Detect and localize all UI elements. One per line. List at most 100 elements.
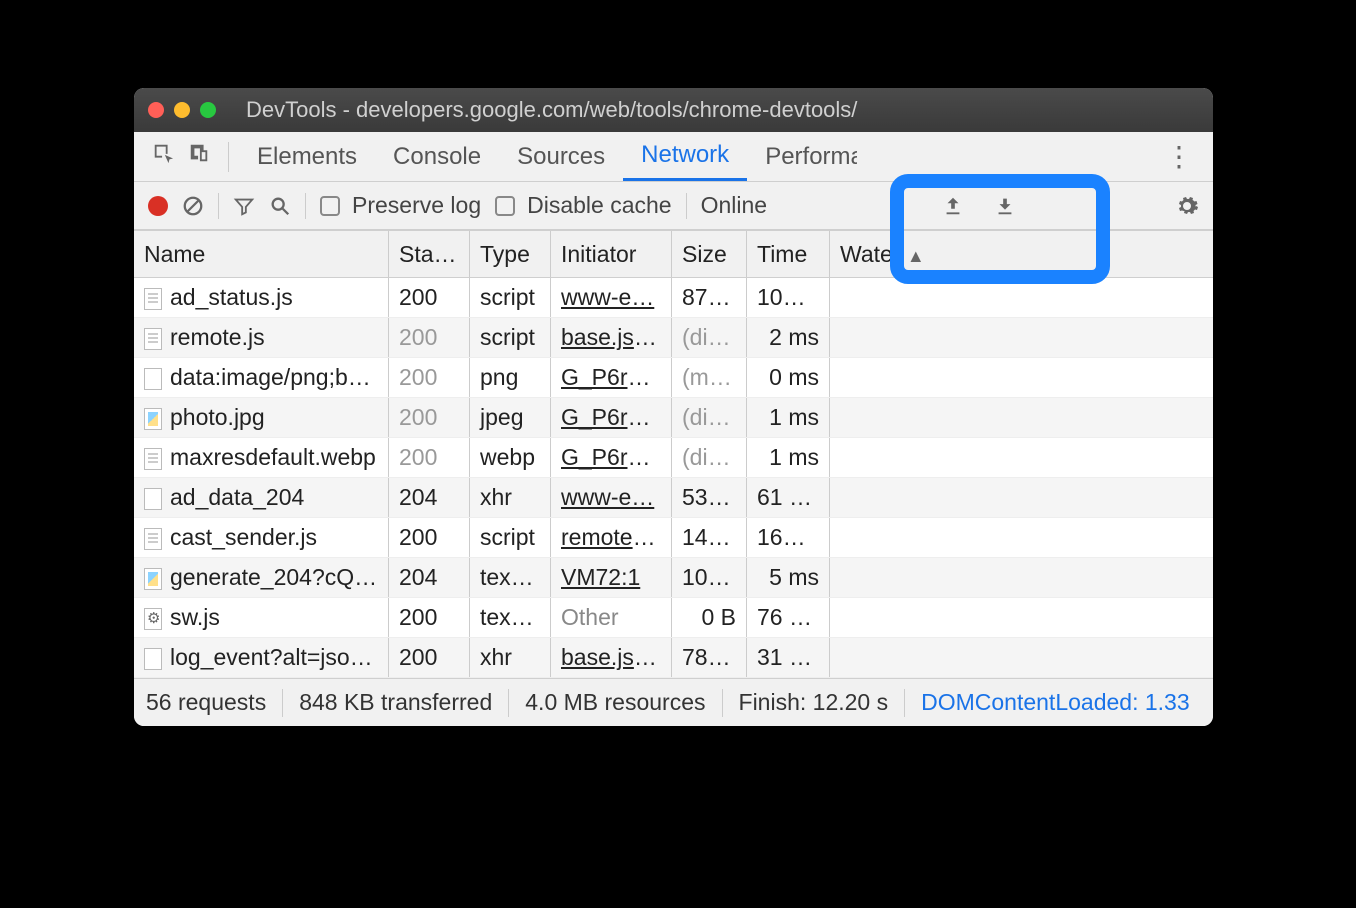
cell-type: script [470, 284, 550, 311]
cell-size: 87… [672, 284, 746, 311]
cell-time: 10… [747, 284, 829, 311]
file-icon [144, 328, 162, 350]
status-finish: Finish: 12.20 s [739, 689, 889, 716]
cell-initiator[interactable]: www-e… [551, 484, 671, 511]
cell-time: 1 ms [747, 404, 829, 431]
file-icon [144, 528, 162, 550]
cell-size: 14… [672, 524, 746, 551]
table-row[interactable]: sw.js200tex…Other0 B76 … [134, 598, 1213, 638]
cell-type: xhr [470, 484, 550, 511]
cell-status: 200 [389, 604, 469, 631]
col-name[interactable]: Name [134, 241, 388, 268]
window-controls [148, 102, 216, 118]
file-icon [144, 608, 162, 630]
col-size[interactable]: Size [672, 241, 746, 268]
cell-name: sw.js [134, 604, 388, 631]
cell-size: 78… [672, 644, 746, 671]
col-initiator[interactable]: Initiator [551, 241, 671, 268]
cell-size: (m… [672, 364, 746, 391]
more-tabs-icon[interactable]: ⋮ [1155, 140, 1203, 173]
file-icon [144, 488, 162, 510]
cell-size: (dis… [672, 324, 746, 351]
cell-name: data:image/png;b… [134, 364, 388, 391]
cell-status: 200 [389, 524, 469, 551]
cell-status: 200 [389, 644, 469, 671]
cell-type: tex… [470, 564, 550, 591]
cell-initiator[interactable]: www-e… [551, 284, 671, 311]
cell-name: ad_status.js [134, 284, 388, 311]
cell-initiator[interactable]: G_P6rp… [551, 364, 671, 391]
table-row[interactable]: maxresdefault.webp200webpG_P6rp…(dis…1 m… [134, 438, 1213, 478]
cell-name: log_event?alt=jso… [134, 644, 388, 671]
cell-initiator[interactable]: base.js:… [551, 324, 671, 351]
sort-caret-icon: ▲ [907, 246, 941, 266]
minimize-icon[interactable] [174, 102, 190, 118]
table-row[interactable]: photo.jpg200jpegG_P6rp…(dis…1 ms [134, 398, 1213, 438]
col-time[interactable]: Time [747, 241, 829, 268]
device-toolbar-icon[interactable] [188, 142, 210, 171]
cell-name: generate_204?cQ… [134, 564, 388, 591]
settings-icon[interactable] [1175, 194, 1199, 218]
cell-time: 61 … [747, 484, 829, 511]
cell-status: 200 [389, 444, 469, 471]
cell-size: (dis… [672, 444, 746, 471]
cell-initiator[interactable]: G_P6rp… [551, 444, 671, 471]
cell-time: 0 ms [747, 364, 829, 391]
cell-type: script [470, 524, 550, 551]
table-row[interactable]: remote.js200scriptbase.js:…(dis…2 ms [134, 318, 1213, 358]
table-row[interactable]: cast_sender.js200scriptremote.j…14…16… [134, 518, 1213, 558]
preserve-log-checkbox[interactable]: Preserve log [320, 192, 481, 219]
cell-time: 2 ms [747, 324, 829, 351]
download-icon[interactable] [994, 195, 1016, 217]
file-icon [144, 448, 162, 470]
cell-type: tex… [470, 604, 550, 631]
cell-initiator[interactable]: G_P6rp… [551, 404, 671, 431]
close-icon[interactable] [148, 102, 164, 118]
table-row[interactable]: data:image/png;b…200pngG_P6rp…(m…0 ms [134, 358, 1213, 398]
cell-size: 0 B [672, 604, 746, 631]
tab-performance[interactable]: Performa [747, 132, 857, 181]
search-icon[interactable] [269, 195, 291, 217]
table-row[interactable]: ad_data_204204xhrwww-e…53…61 … [134, 478, 1213, 518]
cell-type: jpeg [470, 404, 550, 431]
file-icon [144, 648, 162, 670]
col-type[interactable]: Type [470, 241, 550, 268]
col-waterfall[interactable]: Water ▲ [830, 241, 1213, 268]
cell-status: 200 [389, 284, 469, 311]
cell-time: 16… [747, 524, 829, 551]
clear-icon[interactable] [182, 195, 204, 217]
col-status[interactable]: Sta… [389, 241, 469, 268]
tab-sources[interactable]: Sources [499, 132, 623, 181]
status-resources: 4.0 MB resources [525, 689, 705, 716]
cell-initiator[interactable]: remote.j… [551, 524, 671, 551]
table-row[interactable]: log_event?alt=jso…200xhrbase.js:…78…31 … [134, 638, 1213, 678]
inspect-element-icon[interactable] [152, 142, 174, 171]
tab-elements[interactable]: Elements [239, 132, 375, 181]
throttling-select[interactable]: Online [701, 192, 767, 219]
table-row[interactable]: ad_status.js200scriptwww-e…87…10… [134, 278, 1213, 318]
cell-name: cast_sender.js [134, 524, 388, 551]
cell-type: xhr [470, 644, 550, 671]
cell-status: 204 [389, 484, 469, 511]
upload-icon[interactable] [942, 195, 964, 217]
devtools-window: DevTools - developers.google.com/web/too… [134, 88, 1213, 726]
cell-initiator[interactable]: base.js:… [551, 644, 671, 671]
cell-initiator[interactable]: Other [551, 604, 671, 631]
cell-initiator[interactable]: VM72:1 [551, 564, 671, 591]
titlebar: DevTools - developers.google.com/web/too… [134, 88, 1213, 132]
record-icon[interactable] [148, 196, 168, 216]
table-row[interactable]: generate_204?cQ…204tex…VM72:110…5 ms [134, 558, 1213, 598]
tab-network[interactable]: Network [623, 132, 747, 181]
filter-icon[interactable] [233, 195, 255, 217]
file-icon [144, 288, 162, 310]
tab-console[interactable]: Console [375, 132, 499, 181]
maximize-icon[interactable] [200, 102, 216, 118]
cell-status: 200 [389, 364, 469, 391]
file-icon [144, 408, 162, 430]
cell-status: 200 [389, 324, 469, 351]
cell-name: ad_data_204 [134, 484, 388, 511]
disable-cache-checkbox[interactable]: Disable cache [495, 192, 671, 219]
cell-time: 31 … [747, 644, 829, 671]
cell-size: 53… [672, 484, 746, 511]
file-icon [144, 568, 162, 590]
